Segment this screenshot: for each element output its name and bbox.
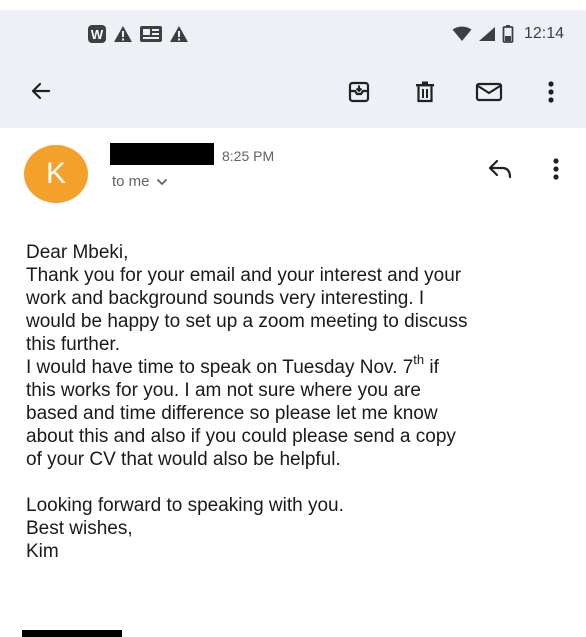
mark-unread-icon [475,80,503,104]
body-line: this further. [26,334,120,355]
recipient-label: to me [112,173,150,190]
body-line: about this and also if you could please … [26,426,456,447]
delete-button[interactable] [410,77,440,107]
back-button[interactable] [25,75,57,107]
archive-button[interactable] [344,77,374,107]
message-time: 8:25 PM [222,148,275,164]
signoff: Best wishes, [26,518,133,539]
frame-top-strip [0,0,586,10]
bottom-redaction-bar [22,630,122,637]
body-line-date: I would have time to speak on Tuesday No… [26,353,571,379]
archive-icon [347,80,371,104]
more-options-button[interactable] [536,77,566,107]
body-line: Thank you for your email and your intere… [26,265,462,286]
svg-text:W: W [91,27,104,42]
body-line: work and background sounds very interest… [26,288,425,309]
signal-icon [478,26,496,42]
body-line: this works for you. I am not sure where … [26,380,421,401]
body-line: would be happy to set up a zoom meeting … [26,311,468,332]
ordinal-suffix: th [413,351,425,367]
sender-name-redacted [110,143,214,165]
signature: Kim [26,541,59,562]
message-more-options-button[interactable] [542,153,570,185]
battery-icon [502,25,514,43]
body-line-text: I would have time to speak on Tuesday No… [26,357,414,378]
delete-icon [413,80,437,104]
news-icon [139,24,163,44]
reply-icon [487,158,513,180]
body-line-text: if [424,357,439,378]
alert-icon [113,25,133,43]
wifi-icon [452,26,472,42]
alert-icon [169,25,189,43]
body-line: based and time difference so please let … [26,403,438,424]
avatar-letter: K [45,157,66,190]
greeting: Dear Mbeki, [26,242,129,263]
message-body: Dear Mbeki, Thank you for your email and… [26,241,571,563]
body-line: of your CV that would also be helpful. [26,449,341,470]
closing: Looking forward to speaking with you. [26,495,344,516]
back-arrow-icon [29,79,53,103]
chevron-down-icon [156,178,168,186]
more-vert-icon [547,80,555,104]
sender-avatar[interactable]: K [24,145,88,203]
recipient-details-toggle[interactable]: to me [112,173,168,190]
w-app-icon: W [87,24,107,44]
status-notification-icons: W [87,23,189,45]
status-bar: W 12:14 [0,10,586,55]
app-bar [0,55,586,128]
mark-unread-button[interactable] [474,77,504,107]
reply-button[interactable] [484,153,516,185]
status-time: 12:14 [523,25,564,42]
status-system-icons: 12:14 [452,23,564,45]
more-vert-icon [552,157,560,181]
